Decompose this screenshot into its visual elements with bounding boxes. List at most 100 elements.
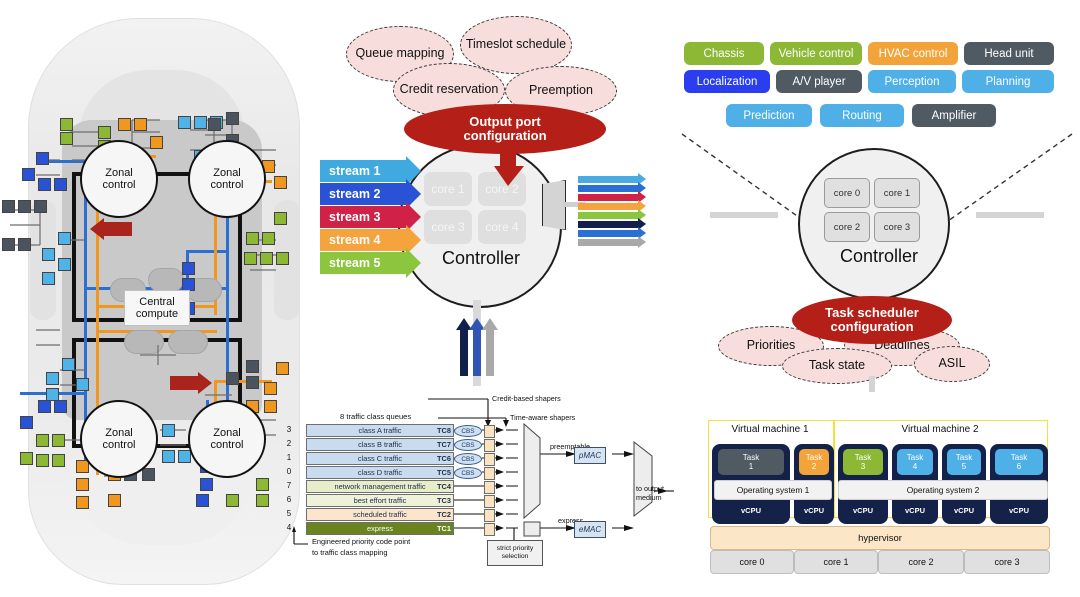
- out-stream-4: [578, 200, 646, 212]
- ecu-node: [22, 168, 35, 181]
- ecu-node: [46, 372, 59, 385]
- bus-line-right: [976, 212, 1044, 218]
- sidebar-item-zonal-bl[interactable]: Zonal control: [80, 400, 158, 478]
- zonal-br-line2: control: [210, 439, 244, 451]
- tsn-output-port-diagram: 8 traffic class queues 3 2 1 0 7 6 5 4 c…: [278, 394, 674, 569]
- vcpu-4: vCPU: [904, 506, 925, 515]
- task-4[interactable]: Task 4: [897, 449, 933, 475]
- task-6[interactable]: Task 6: [995, 449, 1043, 475]
- core-3-label: core 3: [883, 221, 911, 233]
- chip-localization[interactable]: Localization: [684, 70, 770, 93]
- ecu-node: [76, 496, 89, 509]
- core-0: core 0: [824, 178, 870, 208]
- chip-head-unit[interactable]: Head unit: [964, 42, 1054, 65]
- stream-3[interactable]: stream 3: [320, 202, 421, 232]
- ecu-node: [226, 494, 239, 507]
- task-4-label: Task: [906, 453, 924, 462]
- core-3-box: core 3: [964, 550, 1050, 574]
- chip-vehicle-control[interactable]: Vehicle control: [770, 42, 862, 65]
- stream-5-label: stream 5: [329, 256, 381, 270]
- task-1-label: Task: [742, 453, 760, 462]
- bubble-timeslot-schedule-label: Timeslot schedule: [465, 37, 567, 52]
- ecu-node: [276, 362, 289, 375]
- cbs-tc5: CBS: [454, 467, 482, 479]
- chip-prediction[interactable]: Prediction: [726, 104, 812, 127]
- ecu-node: [2, 238, 15, 251]
- task-2[interactable]: Task 2: [799, 449, 829, 475]
- task-scheduler-config-line1: Task scheduler: [825, 304, 919, 320]
- ecu-node: [18, 200, 31, 213]
- core-4-label: core 4: [485, 220, 519, 234]
- task-3-label: Task: [854, 453, 872, 462]
- downlink-arrows: [456, 318, 498, 376]
- vcpu-3: vCPU: [852, 506, 873, 515]
- chip-amplifier[interactable]: Amplifier: [912, 104, 996, 127]
- chip-perception[interactable]: Perception: [868, 70, 956, 93]
- emac-label: eMAC: [578, 525, 602, 534]
- stream-4[interactable]: stream 4: [320, 225, 421, 255]
- chip-hvac-control[interactable]: HVAC control: [868, 42, 958, 65]
- chip-av-player-label: A/V player: [792, 75, 846, 88]
- stream-1[interactable]: stream 1: [320, 156, 421, 186]
- cbs-tc7: CBS: [454, 439, 482, 451]
- chip-planning-label: Planning: [985, 75, 1031, 88]
- stream-3-label: stream 3: [329, 210, 381, 224]
- task-2-label: Task: [805, 453, 823, 462]
- chip-perception-label: Perception: [884, 75, 940, 88]
- ecu-node: [36, 434, 49, 447]
- ecu-node: [246, 360, 259, 373]
- label-time-aware-shapers: Time-aware shapers: [510, 413, 576, 422]
- vcpu-6: vCPU: [1008, 506, 1029, 515]
- core-0-label: core 0: [833, 187, 861, 199]
- ecu-node: [2, 200, 15, 213]
- operating-system-1: Operating system 1: [714, 480, 832, 500]
- ecu-node: [20, 452, 33, 465]
- core-1-box: core 1: [794, 550, 878, 574]
- task-5[interactable]: Task 5: [947, 449, 981, 475]
- core-0-label: core 0: [739, 557, 765, 567]
- bubble-asil-label: ASIL: [938, 356, 966, 371]
- ecu-node: [58, 232, 71, 245]
- output-port-configuration-ellipse[interactable]: Output port configuration: [404, 104, 606, 154]
- hypervisor-label: hypervisor: [858, 532, 902, 544]
- stream-2-label: stream 2: [329, 187, 381, 201]
- chip-av-player[interactable]: A/V player: [776, 70, 862, 93]
- task-5-num: 5: [961, 462, 967, 471]
- chip-routing[interactable]: Routing: [820, 104, 904, 127]
- stream-5[interactable]: stream 5: [320, 248, 421, 278]
- ecu-node: [42, 272, 55, 285]
- chip-chassis[interactable]: Chassis: [684, 42, 764, 65]
- ecu-node: [18, 238, 31, 251]
- pmac-label: pMAC: [578, 451, 602, 460]
- os2-label: Operating system 2: [906, 485, 980, 495]
- core-2: core 2: [824, 212, 870, 242]
- vcpu-2: vCPU: [803, 506, 824, 515]
- cbs-tc8: CBS: [454, 425, 482, 437]
- sidebar-item-zonal-tl[interactable]: Zonal control: [80, 140, 158, 218]
- core-1: core 1: [424, 172, 472, 206]
- out-stream-6: [578, 218, 646, 230]
- sidebar-item-zonal-br[interactable]: Zonal control: [188, 400, 266, 478]
- gate-7: [484, 509, 495, 522]
- task-scheduler-configuration-ellipse[interactable]: Task scheduler configuration: [792, 296, 952, 344]
- central-compute-line2: compute: [135, 308, 179, 320]
- sidebar-item-zonal-tr[interactable]: Zonal control: [188, 140, 266, 218]
- task-3[interactable]: Task 3: [843, 449, 883, 475]
- stream-2[interactable]: stream 2: [320, 179, 421, 209]
- core-0-box: core 0: [710, 550, 794, 574]
- ecu-node: [200, 478, 213, 491]
- vcpu-5: vCPU: [953, 506, 974, 515]
- ecu-node: [52, 454, 65, 467]
- chip-planning[interactable]: Planning: [962, 70, 1054, 93]
- task-1[interactable]: Task 1: [718, 449, 784, 475]
- core-1-label: core 1: [883, 187, 911, 199]
- out-stream-2: [578, 182, 646, 194]
- core-2-label: core 2: [833, 221, 861, 233]
- ecu-node: [276, 252, 289, 265]
- task-4-num: 4: [912, 462, 918, 471]
- vm1-label: Virtual machine 1: [731, 424, 809, 435]
- label-credit-based-shapers: Credit-based shapers: [492, 394, 561, 403]
- output-port-config-line2: configuration: [463, 128, 547, 143]
- ecu-node: [264, 400, 277, 413]
- ecu-node: [20, 416, 33, 429]
